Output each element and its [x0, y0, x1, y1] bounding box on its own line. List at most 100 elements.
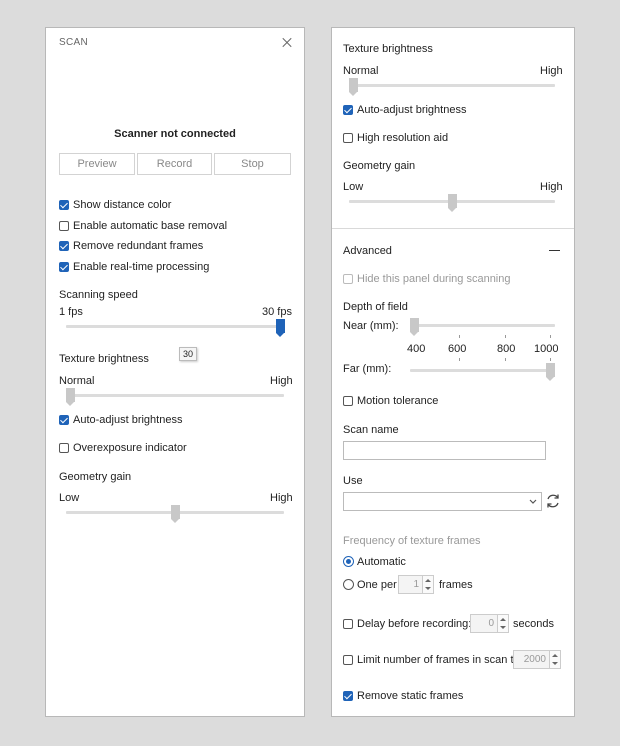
geometry-gain-thumb[interactable] [171, 505, 180, 523]
limit-frames-checkbox[interactable] [343, 655, 353, 665]
one-per-stepper[interactable]: 1 [398, 575, 434, 594]
auto-adjust-brightness-checkbox[interactable] [59, 415, 69, 425]
far-track[interactable] [410, 369, 555, 372]
slider-min-label: Normal [343, 65, 379, 77]
checkbox-label: Delay before recording: [357, 618, 472, 630]
automatic-radio[interactable] [343, 556, 354, 567]
stepper-arrows-icon[interactable] [549, 651, 560, 668]
tick-mark [459, 335, 460, 338]
scanner-status: Scanner not connected [114, 128, 236, 140]
frequency-label: Frequency of texture frames [343, 535, 481, 547]
collapse-icon[interactable] [549, 250, 560, 251]
scan-name-label: Scan name [343, 424, 399, 436]
scan-panel: SCAN Scanner not connected Preview Recor… [45, 27, 305, 717]
far-thumb[interactable] [546, 363, 555, 381]
stepper-value: 0 [488, 618, 494, 629]
checkbox-label: Enable automatic base removal [73, 220, 228, 232]
refresh-icon[interactable] [545, 493, 561, 509]
checkbox-label: Hide this panel during scanning [357, 273, 511, 285]
close-icon[interactable] [280, 36, 294, 50]
texture-brightness-thumb[interactable] [349, 78, 358, 96]
panel-title: SCAN [59, 37, 88, 48]
geometry-gain-label: Geometry gain [343, 160, 416, 172]
slider-min-label: Low [343, 181, 364, 193]
checkbox-label: Auto-adjust brightness [357, 104, 467, 116]
far-label: Far (mm): [343, 363, 392, 375]
depth-tick-label: 400 [407, 343, 426, 355]
slider-min-label: 1 fps [59, 306, 83, 318]
delay-unit-label: seconds [513, 618, 554, 630]
stop-button[interactable]: Stop [214, 153, 291, 175]
remove-redundant-frames-checkbox[interactable] [59, 241, 69, 251]
use-select[interactable] [343, 492, 542, 511]
checkbox-label: Auto-adjust brightness [73, 414, 183, 426]
checkbox-label: High resolution aid [357, 132, 449, 144]
tick-mark [505, 335, 506, 338]
hide-panel-checkbox[interactable] [343, 274, 353, 284]
near-label: Near (mm): [343, 320, 399, 332]
scan-name-input[interactable] [343, 441, 546, 460]
motion-tolerance-checkbox[interactable] [343, 396, 353, 406]
near-track[interactable] [410, 324, 555, 327]
depth-tick-label: 1000 [534, 343, 559, 355]
checkbox-label: Limit number of frames in scan to [357, 654, 520, 666]
slider-max-label: High [540, 181, 563, 193]
checkbox-label: Motion tolerance [357, 395, 439, 407]
tick-mark [505, 358, 506, 361]
delay-stepper[interactable]: 0 [470, 614, 509, 633]
preview-button[interactable]: Preview [59, 153, 135, 175]
advanced-heading: Advanced [343, 245, 392, 257]
overexposure-indicator-checkbox[interactable] [59, 443, 69, 453]
scanning-speed-track[interactable] [66, 325, 284, 328]
radio-label: One per [357, 579, 397, 591]
slider-min-label: Normal [59, 375, 95, 387]
stepper-value: 1 [413, 579, 419, 590]
use-label: Use [343, 475, 363, 487]
texture-brightness-label: Texture brightness [343, 43, 433, 55]
checkbox-label: Enable real-time processing [73, 261, 210, 273]
auto-base-removal-checkbox[interactable] [59, 221, 69, 231]
remove-static-frames-checkbox[interactable] [343, 691, 353, 701]
delay-checkbox[interactable] [343, 619, 353, 629]
slider-max-label: High [540, 65, 563, 77]
tick-mark [550, 335, 551, 338]
slider-max-label: High [270, 375, 293, 387]
frames-unit-label: frames [439, 579, 473, 591]
slider-min-label: Low [59, 492, 80, 504]
stepper-arrows-icon[interactable] [422, 576, 433, 593]
checkbox-label: Show distance color [73, 199, 172, 211]
real-time-processing-checkbox[interactable] [59, 262, 69, 272]
high-resolution-aid-checkbox[interactable] [343, 133, 353, 143]
texture-brightness-label: Texture brightness [59, 353, 149, 365]
one-per-radio[interactable] [343, 579, 354, 590]
texture-brightness-track[interactable] [66, 394, 284, 397]
near-thumb[interactable] [410, 318, 419, 336]
show-distance-color-checkbox[interactable] [59, 200, 69, 210]
scanning-speed-label: Scanning speed [59, 289, 138, 301]
stepper-arrows-icon[interactable] [497, 615, 508, 632]
slider-max-label: High [270, 492, 293, 504]
depth-tick-label: 600 [448, 343, 467, 355]
auto-adjust-brightness-checkbox[interactable] [343, 105, 353, 115]
geometry-gain-thumb[interactable] [448, 194, 457, 212]
depth-of-field-label: Depth of field [343, 301, 408, 313]
depth-tick-label: 800 [497, 343, 516, 355]
scanning-speed-thumb[interactable] [276, 319, 285, 337]
radio-label: Automatic [357, 556, 406, 568]
checkbox-label: Overexposure indicator [73, 442, 187, 454]
texture-brightness-track[interactable] [349, 84, 555, 87]
section-divider [332, 228, 574, 229]
slider-max-label: 30 fps [262, 306, 292, 318]
slider-tooltip: 30 [179, 347, 197, 361]
tick-mark [459, 358, 460, 361]
tick-mark [550, 358, 551, 361]
record-button[interactable]: Record [137, 153, 212, 175]
chevron-down-icon [529, 499, 537, 504]
limit-frames-stepper[interactable]: 2000 [513, 650, 561, 669]
checkbox-label: Remove redundant frames [73, 240, 204, 252]
checkbox-label: Remove static frames [357, 690, 464, 702]
stepper-value: 2000 [523, 654, 546, 665]
texture-brightness-thumb[interactable] [66, 388, 75, 406]
geometry-gain-label: Geometry gain [59, 471, 132, 483]
settings-panel: Texture brightness Normal High Auto-adju… [331, 27, 575, 717]
